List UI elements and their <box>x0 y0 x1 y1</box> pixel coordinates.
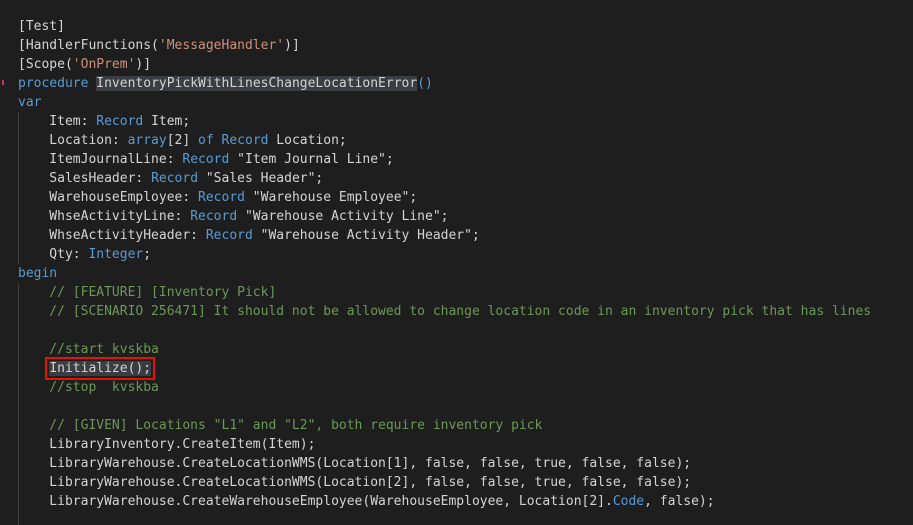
code-line[interactable]: Initialize(); <box>18 357 871 380</box>
code-token: [2] <box>166 133 199 148</box>
code-line[interactable]: //stop kvskba <box>18 378 871 397</box>
code-token: () <box>417 76 433 91</box>
code-token: array <box>127 133 167 148</box>
highlighted-code-token: Initialize(); <box>45 357 156 380</box>
code-token: // [GIVEN] Locations "L1" and "L2", both… <box>18 418 543 433</box>
code-token: var <box>18 95 42 110</box>
code-token: "Item Journal Line"; <box>229 152 394 167</box>
code-token: LibraryInventory.CreateItem(Item); <box>18 437 316 452</box>
code-line[interactable]: WarehouseEmployee: Record "Warehouse Emp… <box>18 188 871 207</box>
code-token: Location; <box>268 133 347 148</box>
code-token: Record <box>221 133 269 148</box>
code-line[interactable]: LibraryWarehouse.CreateLocationWMS(Locat… <box>18 454 871 473</box>
code-token: 'OnPrem' <box>72 57 136 72</box>
code-token: [Test] <box>18 19 65 34</box>
code-editor[interactable]: [Test] [HandlerFunctions('MessageHandler'… <box>0 0 913 525</box>
code-token: LibraryWarehouse.CreateWarehouseEmployee… <box>18 494 613 509</box>
code-token: SalesHeader: <box>18 171 152 186</box>
code-line[interactable]: SalesHeader: Record "Sales Header"; <box>18 169 871 188</box>
code-token: procedure <box>18 76 97 91</box>
code-token: InventoryPickWithLinesChangeLocationErro… <box>96 76 418 91</box>
code-token: 'MessageHandler' <box>158 38 285 53</box>
code-token: Record <box>205 228 253 243</box>
code-line[interactable]: [Test] <box>18 17 871 36</box>
code-line[interactable]: // [FEATURE] [Inventory Pick] <box>18 283 871 302</box>
code-token: [Scope( <box>18 57 73 72</box>
code-line[interactable]: LibraryInventory.CreateItem(Item); <box>18 435 871 454</box>
code-line[interactable]: LibraryWarehouse.CreateWarehouseEmployee… <box>18 492 871 511</box>
code-token: , false); <box>644 494 715 509</box>
code-line[interactable]: ItemJournalLine: Record "Item Journal Li… <box>18 150 871 169</box>
code-line[interactable]: Item: Record Item; <box>18 112 871 131</box>
code-token: // [SCENARIO 256471] It should not be al… <box>18 304 872 319</box>
code-token: begin <box>18 266 58 281</box>
code-line[interactable]: // [GIVEN] Locations "L1" and "L2", both… <box>18 416 871 435</box>
code-token: [HandlerFunctions( <box>18 38 159 53</box>
code-token: Qty: <box>18 247 89 262</box>
code-line[interactable]: begin <box>18 264 871 283</box>
code-area[interactable]: [Test] [HandlerFunctions('MessageHandler'… <box>18 17 871 511</box>
code-token: // [FEATURE] [Inventory Pick] <box>18 285 277 300</box>
code-token: Code <box>612 494 645 509</box>
code-token: Record <box>182 152 230 167</box>
code-token: "Warehouse Activity Header"; <box>252 228 480 243</box>
breakpoint-marker <box>2 80 4 85</box>
code-token: //start kvskba <box>18 342 159 357</box>
code-line[interactable]: Location: array[2] of Record Location; <box>18 131 871 150</box>
code-token: //stop kvskba <box>18 380 159 395</box>
code-token: ; <box>143 247 152 262</box>
code-token: Record <box>190 209 238 224</box>
code-token: LibraryWarehouse.CreateLocationWMS(Locat… <box>18 475 692 490</box>
code-token: Record <box>151 171 199 186</box>
code-token: Record <box>198 190 245 205</box>
code-token: Record <box>96 114 144 129</box>
code-line[interactable]: LibraryWarehouse.CreateLocationWMS(Locat… <box>18 473 871 492</box>
code-line[interactable]: var <box>18 93 871 112</box>
code-line[interactable]: Qty: Integer; <box>18 245 871 264</box>
code-line[interactable] <box>18 321 871 340</box>
code-token: WhseActivityLine: <box>18 209 191 224</box>
code-token: "Sales Header"; <box>198 171 324 186</box>
code-token: WhseActivityHeader: <box>18 228 206 243</box>
code-token: Integer <box>88 247 144 262</box>
code-line[interactable]: [Scope('OnPrem')] <box>18 55 871 74</box>
code-token: WarehouseEmployee: <box>18 190 199 205</box>
code-line[interactable]: //start kvskba <box>18 340 871 359</box>
code-token: )] <box>135 57 152 72</box>
code-line[interactable]: procedure InventoryPickWithLinesChangeLo… <box>18 74 871 93</box>
code-token: Item: <box>18 114 97 129</box>
code-token: Item; <box>143 114 191 129</box>
code-token: of <box>198 133 214 148</box>
code-line[interactable]: WhseActivityHeader: Record "Warehouse Ac… <box>18 226 871 245</box>
code-token: Location: <box>18 133 128 148</box>
code-token: ItemJournalLine: <box>18 152 183 167</box>
code-line[interactable]: // [SCENARIO 256471] It should not be al… <box>18 302 871 321</box>
code-line[interactable]: [HandlerFunctions('MessageHandler')] <box>18 36 871 55</box>
code-token: "Warehouse Activity Line"; <box>237 209 449 224</box>
code-token: )] <box>284 38 300 53</box>
code-line[interactable]: WhseActivityLine: Record "Warehouse Acti… <box>18 207 871 226</box>
code-line[interactable] <box>18 397 871 416</box>
code-token: LibraryWarehouse.CreateLocationWMS(Locat… <box>18 456 692 471</box>
code-token: "Warehouse Employee"; <box>244 190 418 205</box>
